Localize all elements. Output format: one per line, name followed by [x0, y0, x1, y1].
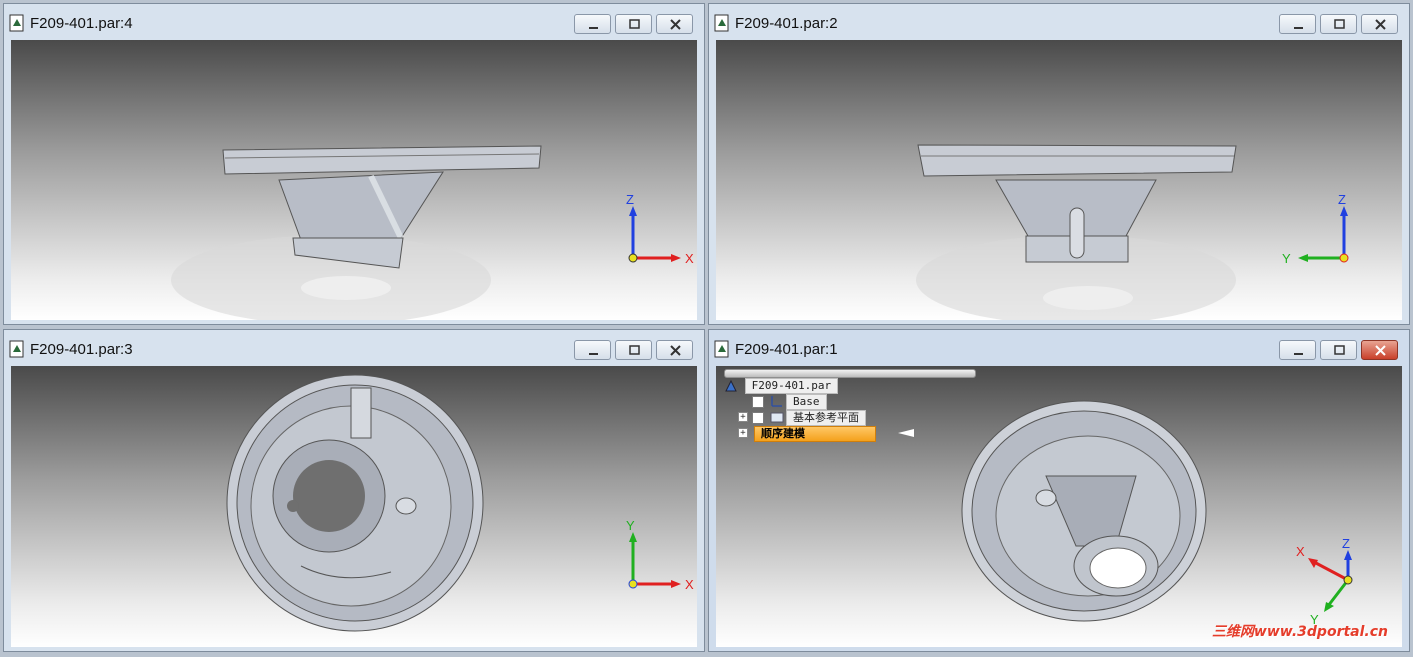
- maximize-icon: [1334, 19, 1345, 29]
- 3d-viewport[interactable]: Y X: [11, 366, 697, 647]
- close-button[interactable]: [1361, 340, 1398, 360]
- close-button[interactable]: [1361, 14, 1398, 34]
- minimize-icon: [589, 27, 598, 29]
- y-axis-label: Y: [626, 518, 635, 533]
- x-axis-label: X: [685, 251, 694, 266]
- minimize-button[interactable]: [574, 14, 611, 34]
- window-title: F209-401.par:3: [30, 341, 133, 358]
- titlebar[interactable]: F209-401.par:3: [4, 330, 704, 366]
- minimize-icon: [589, 353, 598, 355]
- window-view-4[interactable]: F209-401.par:4 Z X: [3, 3, 705, 325]
- titlebar[interactable]: F209-401.par:2: [709, 4, 1409, 40]
- maximize-icon: [629, 345, 640, 355]
- window-title: F209-401.par:2: [735, 15, 838, 32]
- maximize-icon: [629, 19, 640, 29]
- maximize-button[interactable]: [1320, 340, 1357, 360]
- window-title: F209-401.par:1: [735, 341, 838, 358]
- titlebar[interactable]: F209-401.par:4: [4, 4, 704, 40]
- close-icon: [670, 345, 681, 356]
- minimize-icon: [1294, 353, 1303, 355]
- axis-triad: Z X: [626, 192, 694, 266]
- part-model-front-view[interactable]: [716, 40, 1402, 320]
- minimize-button[interactable]: [1279, 340, 1316, 360]
- maximize-button[interactable]: [615, 14, 652, 34]
- maximize-button[interactable]: [615, 340, 652, 360]
- window-view-2[interactable]: F209-401.par:2 Z Y: [708, 3, 1410, 325]
- close-button[interactable]: [656, 340, 693, 360]
- axis-triad: Z X Y: [1296, 538, 1353, 627]
- maximize-button[interactable]: [1320, 14, 1357, 34]
- titlebar[interactable]: F209-401.par:1: [709, 330, 1409, 366]
- minimize-button[interactable]: [1279, 14, 1316, 34]
- window-view-1[interactable]: F209-401.par:1 F209-401.par Base + 基本参考平…: [708, 329, 1410, 652]
- minimize-button[interactable]: [574, 340, 611, 360]
- x-axis-label: X: [685, 577, 694, 592]
- close-icon: [1375, 345, 1386, 356]
- 3d-viewport[interactable]: Z Y: [716, 40, 1402, 320]
- z-axis-label: Z: [626, 192, 634, 207]
- 3d-viewport[interactable]: F209-401.par Base + 基本参考平面 + 顺序建模 Z X Y …: [716, 366, 1402, 647]
- y-axis-label: Y: [1282, 251, 1291, 266]
- z-axis-label: Z: [1338, 192, 1346, 207]
- minimize-icon: [1294, 27, 1303, 29]
- z-axis-label: Z: [1342, 538, 1350, 551]
- watermark: 三维网www.3dportal.cn: [1211, 624, 1388, 640]
- axis-triad: Y X: [626, 518, 694, 592]
- part-document-icon: [9, 340, 24, 358]
- part-model-side-view[interactable]: [11, 40, 697, 320]
- close-button[interactable]: [656, 14, 693, 34]
- 3d-viewport[interactable]: Z X: [11, 40, 697, 320]
- axis-triad: Z Y: [1282, 192, 1349, 266]
- part-model-top-view[interactable]: [11, 366, 697, 646]
- window-title: F209-401.par:4: [30, 15, 133, 32]
- part-document-icon: [714, 14, 729, 32]
- part-document-icon: [714, 340, 729, 358]
- close-icon: [670, 19, 681, 30]
- part-document-icon: [9, 14, 24, 32]
- x-axis-label: X: [1296, 544, 1305, 559]
- maximize-icon: [1334, 345, 1345, 355]
- close-icon: [1375, 19, 1386, 30]
- window-view-3[interactable]: F209-401.par:3 Y X: [3, 329, 705, 652]
